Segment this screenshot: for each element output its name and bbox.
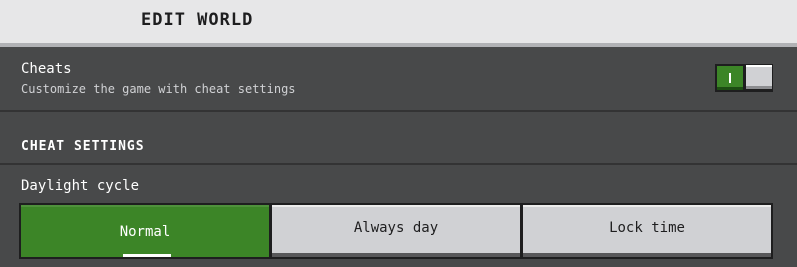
cheats-toggle[interactable] — [715, 64, 773, 92]
header-bar: EDIT WORLD — [0, 0, 797, 47]
daylight-option-normal[interactable]: Normal — [19, 203, 271, 259]
option-label: Always day — [353, 220, 439, 236]
page-title: EDIT WORLD — [141, 10, 254, 30]
cheat-settings-heading: CHEAT SETTINGS — [21, 139, 145, 154]
option-label: Lock time — [609, 220, 685, 236]
option-label: Normal — [119, 224, 171, 240]
daylight-option-always-day[interactable]: Always day — [270, 203, 522, 259]
cheats-description: Customize the game with cheat settings — [21, 82, 296, 96]
toggle-on-icon — [729, 73, 731, 83]
selected-indicator — [123, 254, 171, 257]
section-divider — [0, 163, 797, 165]
daylight-option-lock-time[interactable]: Lock time — [521, 203, 773, 259]
toggle-on-indicator — [717, 66, 743, 90]
daylight-cycle-label: Daylight cycle — [21, 178, 140, 194]
cheats-label: Cheats — [21, 61, 72, 77]
cheats-setting-row: Cheats Customize the game with cheat set… — [0, 47, 797, 112]
edit-world-screen: EDIT WORLD Cheats Customize the game wit… — [0, 0, 797, 267]
toggle-knob[interactable] — [745, 64, 773, 90]
